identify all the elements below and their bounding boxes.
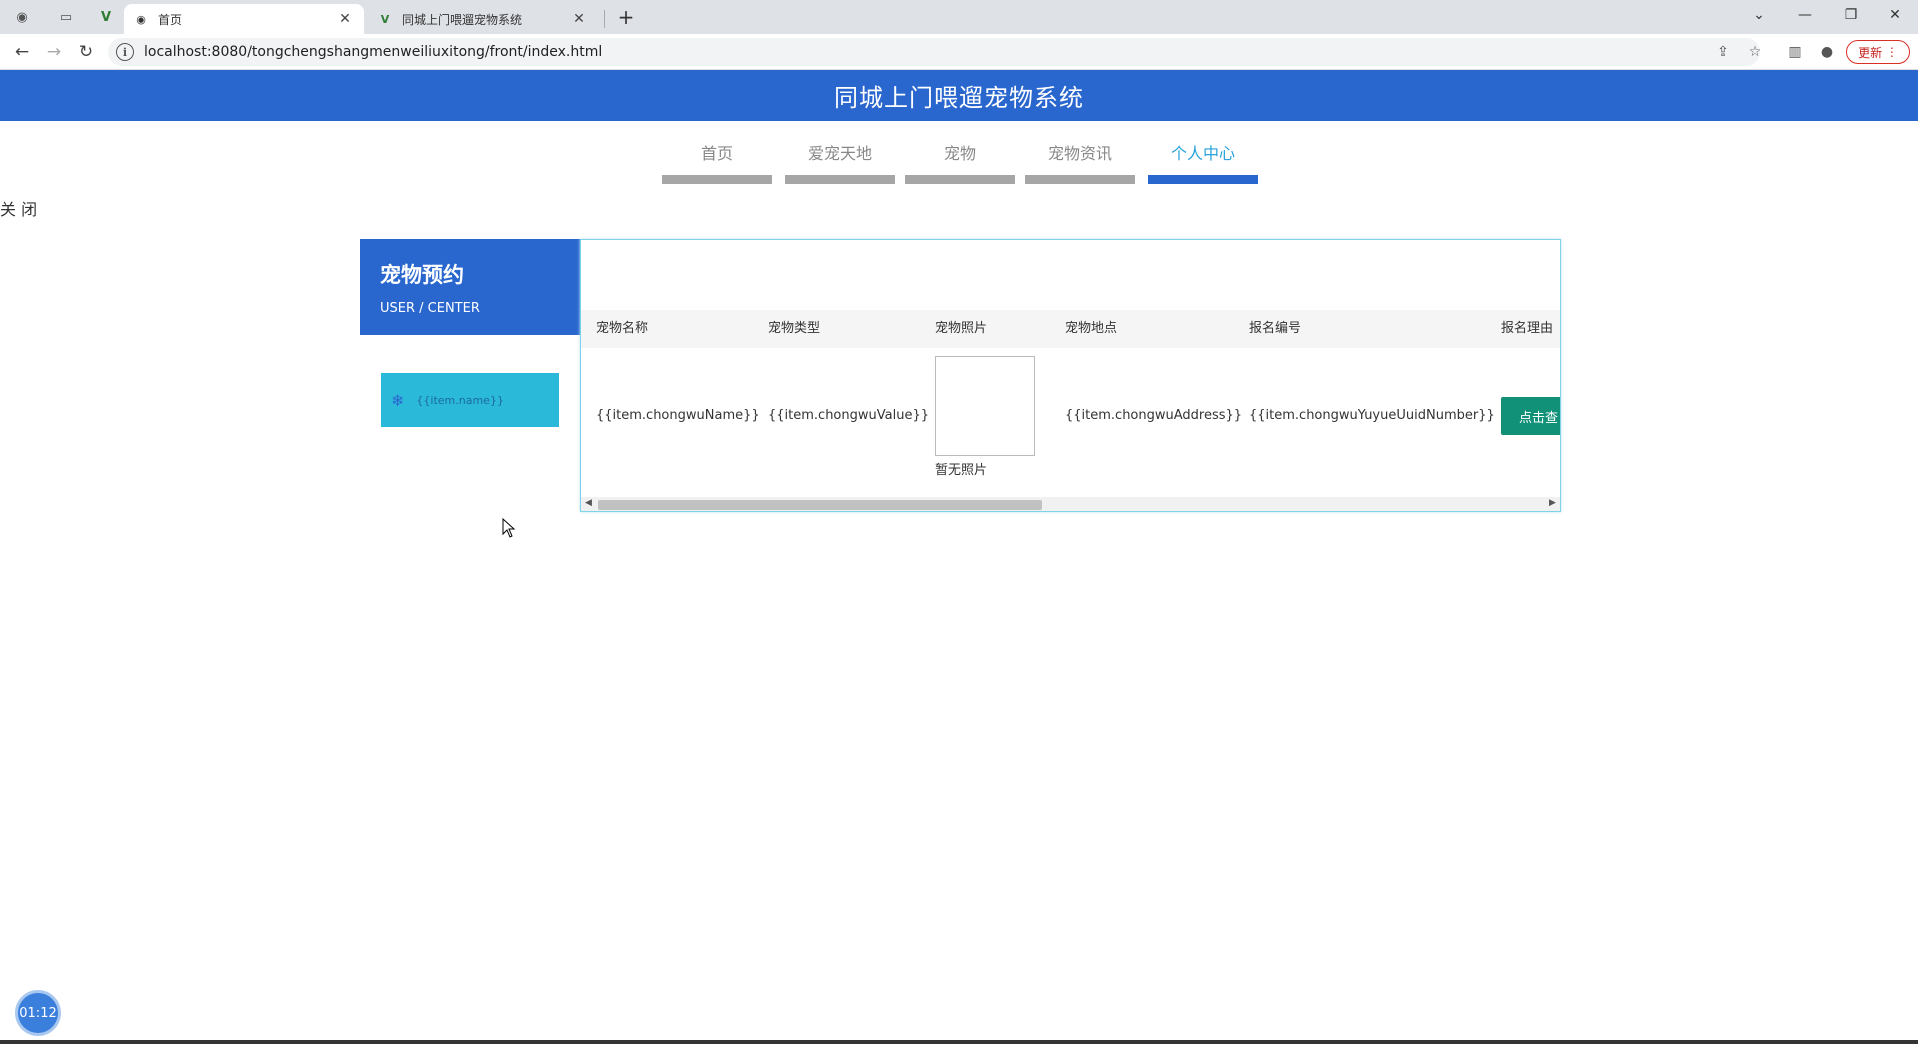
nav-item-pet-news[interactable]: 宠物资讯	[1025, 136, 1135, 184]
column-header-signup-number: 报名编号	[1249, 321, 1302, 336]
nav-underline	[1025, 175, 1135, 184]
recording-timer-badge: 01:12	[15, 990, 61, 1036]
side-panel-icon[interactable]: ▥	[1784, 42, 1806, 62]
bookmark-star-icon[interactable]: ☆	[1744, 42, 1766, 62]
forward-arrow-icon[interactable]: →	[40, 40, 68, 64]
tab-separator	[604, 10, 605, 28]
profile-avatar-icon[interactable]: ●	[1816, 42, 1838, 62]
site-header: 同城上门喂遛宠物系统	[0, 70, 1918, 121]
scrollbar-thumb[interactable]	[598, 500, 1042, 510]
back-arrow-icon[interactable]: ←	[8, 40, 36, 64]
table-header: 宠物名称 宠物类型 宠物照片 宠物地点 报名编号 报名理由	[581, 310, 1560, 348]
minimize-icon[interactable]: —	[1782, 2, 1828, 28]
share-icon[interactable]: ⇪	[1712, 42, 1734, 62]
window-close-icon[interactable]: ✕	[1872, 2, 1918, 28]
close-icon[interactable]: ✕	[570, 10, 588, 28]
update-button[interactable]: 更新 ⋮	[1846, 40, 1910, 64]
horizontal-scrollbar[interactable]: ◀ ▶	[581, 497, 1560, 511]
browser-tab-system[interactable]: V 同城上门喂遛宠物系统 ✕	[368, 4, 598, 34]
nav-label: 爱宠天地	[807, 144, 872, 163]
sidebar-subheading: USER / CENTER	[380, 301, 480, 316]
tab-title: 同城上门喂遛宠物系统	[402, 12, 523, 27]
sidebar-item-label: {{item.name}}	[416, 393, 504, 407]
nav-underline	[905, 175, 1015, 184]
pinned-tab-vue-icon[interactable]: V	[92, 6, 120, 28]
nav-item-personal-center[interactable]: 个人中心	[1148, 136, 1258, 184]
close-icon[interactable]: ✕	[336, 10, 354, 28]
cell-pet-name: {{item.chongwuName}}	[596, 408, 760, 423]
scroll-left-arrow-icon[interactable]: ◀	[585, 498, 592, 508]
photo-caption: 暂无照片	[935, 463, 988, 478]
cell-pet-type: {{item.chongwuValue}}	[768, 408, 929, 423]
tab-title: 首页	[158, 12, 183, 27]
appointment-table-panel: 宠物名称 宠物类型 宠物照片 宠物地点 报名编号 报名理由 {{item.cho…	[580, 239, 1561, 512]
nav-label: 首页	[700, 144, 733, 163]
snowflake-icon: ❄	[391, 390, 405, 410]
nav-label: 宠物	[943, 144, 976, 163]
mouse-cursor-icon	[502, 518, 516, 538]
nav-item-pets[interactable]: 宠物	[905, 136, 1015, 184]
nav-item-home[interactable]: 首页	[662, 136, 772, 184]
nav-label: 个人中心	[1170, 144, 1235, 163]
tab-search-chevron-icon[interactable]: ⌄	[1736, 2, 1782, 28]
nav-underline	[662, 175, 772, 184]
browser-tab-home[interactable]: ◉ 首页 ✕	[124, 4, 364, 34]
pet-photo-placeholder	[935, 356, 1035, 456]
sidebar-header: 宠物预约 USER / CENTER	[360, 239, 580, 335]
scroll-right-arrow-icon[interactable]: ▶	[1549, 498, 1556, 508]
reload-icon[interactable]: ↻	[72, 40, 100, 64]
sidebar-item[interactable]: ❄ {{item.name}}	[381, 373, 559, 427]
address-bar[interactable]: i localhost:8080/tongchengshangmenweiliu…	[108, 38, 1760, 66]
column-header-signup-reason: 报名理由	[1501, 321, 1554, 336]
browser-toolbar: ← → ↻ i localhost:8080/tongchengshangmen…	[0, 34, 1918, 70]
new-tab-plus-icon[interactable]: +	[614, 5, 638, 29]
site-info-icon[interactable]: i	[116, 43, 134, 61]
restore-icon[interactable]: ❐	[1828, 2, 1874, 28]
cell-signup-number: {{item.chongwuYuyueUuidNumber}}	[1249, 408, 1495, 423]
column-header-pet-name: 宠物名称	[596, 321, 649, 336]
vue-icon: V	[380, 12, 390, 26]
pinned-tab-globe-icon[interactable]: ◉	[8, 6, 36, 28]
column-header-pet-type: 宠物类型	[768, 321, 821, 336]
close-link[interactable]: 关 闭	[0, 196, 37, 220]
nav-underline	[1148, 175, 1258, 184]
column-header-pet-address: 宠物地点	[1065, 321, 1118, 336]
taskbar-edge	[0, 1040, 1918, 1044]
nav-item-pet-world[interactable]: 爱宠天地	[785, 136, 895, 184]
url-text[interactable]: localhost:8080/tongchengshangmenweiliuxi…	[144, 44, 602, 60]
nav-underline	[785, 175, 895, 184]
update-label: 更新	[1858, 45, 1883, 60]
browser-tab-strip: ◉ ▭ V ◉ 首页 ✕ V 同城上门喂遛宠物系统 ✕ + ⌄ — ❐ ✕	[0, 0, 1918, 34]
column-header-pet-photo: 宠物照片	[935, 321, 988, 336]
view-reason-button[interactable]: 点击查	[1501, 397, 1560, 435]
pinned-tab-blank-icon[interactable]: ▭	[52, 6, 80, 28]
globe-icon: ◉	[136, 12, 146, 26]
sidebar-heading: 宠物预约	[380, 263, 464, 287]
nav-label: 宠物资讯	[1047, 144, 1112, 163]
cell-pet-address: {{item.chongwuAddress}}	[1065, 408, 1243, 423]
site-title: 同城上门喂遛宠物系统	[834, 84, 1084, 112]
